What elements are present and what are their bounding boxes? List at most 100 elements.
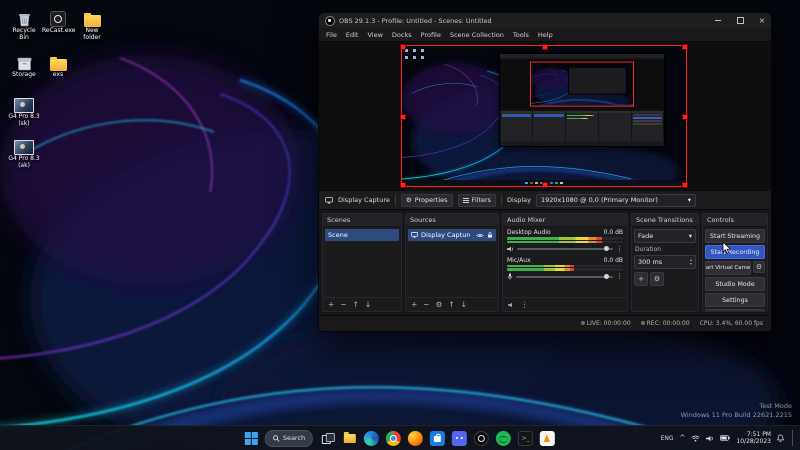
volume-icon[interactable] <box>706 435 714 442</box>
close-button[interactable]: × <box>753 13 771 28</box>
discord-icon[interactable] <box>452 431 467 446</box>
mixer-header[interactable]: Audio Mixer <box>503 214 627 227</box>
display-select[interactable]: 1920x1080 @ 0,0 (Primary Monitor) ▾ <box>536 194 696 207</box>
preview-canvas[interactable] <box>319 42 771 191</box>
resize-handle[interactable] <box>400 114 406 120</box>
remove-source-button[interactable]: − <box>423 300 429 309</box>
obs-title-bar[interactable]: OBS 29.1.3 - Profile: Untitled - Scenes:… <box>319 13 771 28</box>
scene-down-button[interactable]: ↓ <box>365 300 371 309</box>
scene-up-button[interactable]: ↑ <box>353 300 359 309</box>
add-transition-button[interactable]: + <box>634 272 648 286</box>
search-box[interactable]: Search <box>265 430 313 447</box>
maximize-button[interactable] <box>731 13 749 28</box>
menu-file[interactable]: File <box>326 31 337 39</box>
resize-handle[interactable] <box>682 114 688 120</box>
remove-scene-button[interactable]: − <box>340 300 346 309</box>
menu-scene-collection[interactable]: Scene Collection <box>450 31 504 39</box>
duration-spinbox[interactable]: 300 ms ▴ ▾ <box>634 255 696 269</box>
transitions-header[interactable]: Scene Transitions <box>632 214 698 227</box>
add-source-button[interactable]: + <box>411 300 417 309</box>
speaker-icon[interactable] <box>508 302 515 308</box>
start-virtual-camera-button[interactable]: Start Virtual Camera <box>705 261 751 275</box>
show-desktop-button[interactable] <box>792 430 795 446</box>
desktop-icon-label: G4 Pro 8.3 (ak) <box>8 156 40 170</box>
wifi-icon[interactable] <box>691 435 700 442</box>
source-down-button[interactable]: ↓ <box>461 300 467 309</box>
resize-handle[interactable] <box>542 182 548 188</box>
lock-icon[interactable] <box>487 232 493 238</box>
desktop-icon-photo-1[interactable]: G4 Pro 8.3 (sk) <box>8 96 40 128</box>
display-capture-selection[interactable] <box>402 46 686 186</box>
desktop-icon-recycle-bin[interactable]: Recycle Bin <box>8 10 40 42</box>
clock[interactable]: 7:51 PM 10/28/2023 <box>736 431 771 446</box>
desktop-icon-exs-folder[interactable]: exs <box>42 54 74 79</box>
mixer-options-icon[interactable]: ⋮ <box>521 300 529 309</box>
sources-header[interactable]: Sources <box>406 214 498 227</box>
settings-button[interactable]: Settings <box>705 293 765 307</box>
source-item[interactable]: Display Capture <box>408 229 496 241</box>
battery-icon[interactable] <box>720 435 730 441</box>
controls-header[interactable]: Controls <box>703 214 767 227</box>
chevron-down-icon: ▾ <box>689 232 692 240</box>
exit-button[interactable]: Exit <box>705 309 765 312</box>
menu-edit[interactable]: Edit <box>346 31 359 39</box>
add-scene-button[interactable]: + <box>328 300 334 309</box>
resize-handle[interactable] <box>682 44 688 50</box>
speaker-icon[interactable] <box>507 246 514 252</box>
menu-tools[interactable]: Tools <box>513 31 529 39</box>
desktop-icon-storage[interactable]: Storage <box>8 54 40 79</box>
minimize-button[interactable] <box>709 13 727 28</box>
file-explorer-icon[interactable] <box>342 431 357 446</box>
mic-icon[interactable] <box>507 273 513 280</box>
scene-item[interactable]: Scene <box>325 229 399 241</box>
volume-slider[interactable] <box>516 276 613 278</box>
tray-chevron-up-icon[interactable]: ^ <box>680 434 686 442</box>
spin-down-icon[interactable]: ▾ <box>690 262 692 266</box>
source-up-button[interactable]: ↑ <box>448 300 454 309</box>
obs-taskbar-icon[interactable] <box>474 431 489 446</box>
vlc-icon[interactable] <box>540 431 555 446</box>
start-streaming-button[interactable]: Start Streaming <box>705 229 765 243</box>
firefox-icon[interactable] <box>408 431 423 446</box>
obs-menu-bar: File Edit View Docks Profile Scene Colle… <box>319 28 771 42</box>
edge-icon[interactable] <box>364 431 379 446</box>
desktop-icon-photo-2[interactable]: G4 Pro 8.3 (ak) <box>8 138 40 170</box>
volume-slider[interactable] <box>517 248 613 250</box>
menu-view[interactable]: View <box>367 31 382 39</box>
studio-mode-button[interactable]: Studio Mode <box>705 277 765 291</box>
spotify-icon[interactable] <box>496 431 511 446</box>
channel-options-icon[interactable]: ⋮ <box>616 273 623 280</box>
display-select-value: 1920x1080 @ 0,0 (Primary Monitor) <box>541 196 658 204</box>
desktop-icon-label: Storage <box>8 72 40 79</box>
menu-docks[interactable]: Docks <box>392 31 412 39</box>
start-recording-button[interactable]: Start Recording <box>705 245 765 259</box>
duration-value: 300 ms <box>638 258 662 266</box>
store-icon[interactable] <box>430 431 445 446</box>
menu-profile[interactable]: Profile <box>421 31 441 39</box>
watermark-line2: Windows 11 Pro Build 22621.2215 <box>681 411 792 420</box>
transition-select[interactable]: Fade ▾ <box>634 229 696 243</box>
desktop-icon-new-folder[interactable]: New folder <box>76 10 108 42</box>
resize-handle[interactable] <box>542 44 548 50</box>
source-properties-button[interactable]: ⚙ <box>436 300 443 309</box>
terminal-icon[interactable]: >_ <box>518 431 533 446</box>
desktop-icon-recast[interactable]: ReCast.exe <box>42 10 74 35</box>
filters-button[interactable]: Filters <box>458 194 496 207</box>
resize-handle[interactable] <box>682 182 688 188</box>
volume-meter <box>507 268 623 271</box>
scenes-toolbar: + − ↑ ↓ <box>323 297 401 311</box>
virtual-camera-settings-button[interactable]: ⚙ <box>753 261 765 273</box>
scenes-header[interactable]: Scenes <box>323 214 401 227</box>
menu-help[interactable]: Help <box>538 31 553 39</box>
resize-handle[interactable] <box>400 182 406 188</box>
properties-button[interactable]: ⚙ Properties <box>401 194 453 207</box>
visibility-eye-icon[interactable] <box>476 233 484 238</box>
notification-bell-icon[interactable] <box>777 434 784 442</box>
channel-options-icon[interactable]: ⋮ <box>616 246 623 253</box>
start-button[interactable] <box>245 432 258 445</box>
language-indicator[interactable]: ENG <box>661 435 674 442</box>
transition-properties-button[interactable]: ⚙ <box>650 272 664 286</box>
task-view-icon[interactable] <box>320 431 335 446</box>
resize-handle[interactable] <box>400 44 406 50</box>
chrome-icon[interactable] <box>386 431 401 446</box>
